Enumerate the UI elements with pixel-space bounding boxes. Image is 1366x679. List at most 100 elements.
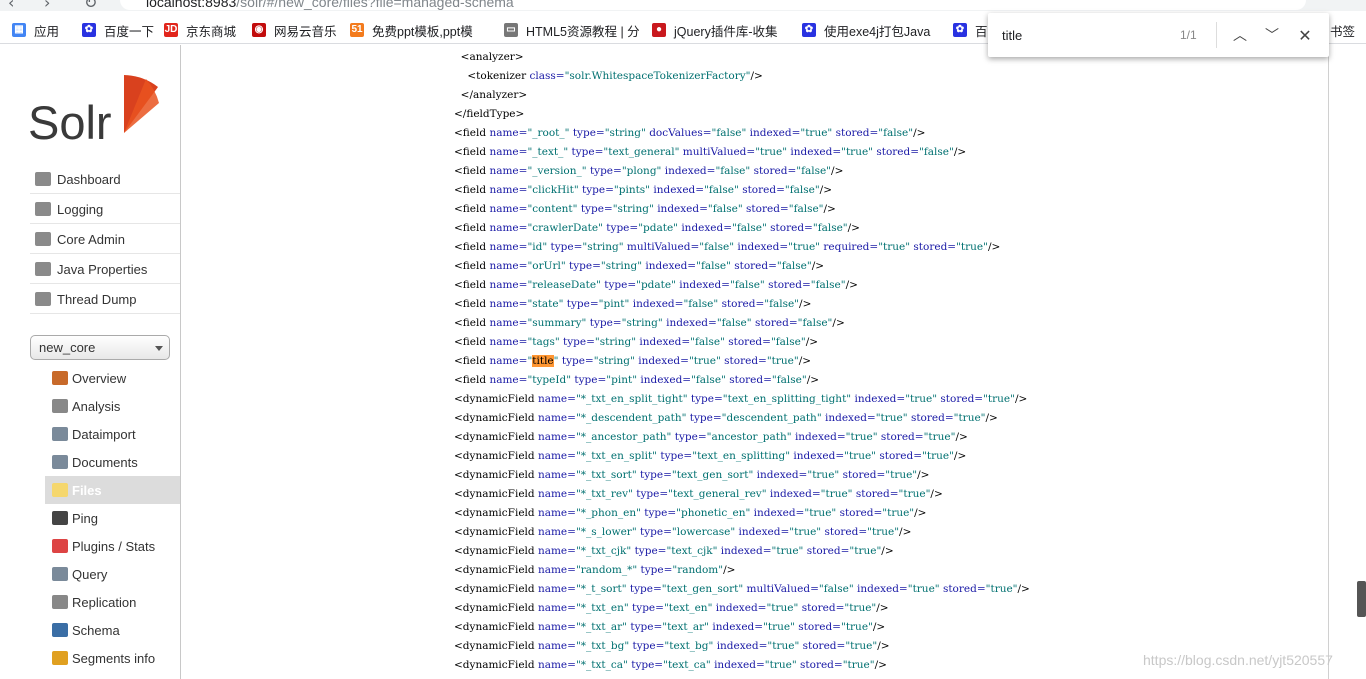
attr-value: "typeId" xyxy=(527,374,572,386)
attr-name: indexed= xyxy=(790,146,842,158)
nav-item-java-properties[interactable]: Java Properties xyxy=(30,255,180,284)
attr-name: name= xyxy=(489,222,528,234)
attr-value: "true" xyxy=(841,146,873,158)
bookmark-item[interactable]: ✿ 使用exe4j打包Java xyxy=(802,22,930,39)
attr-name: type= xyxy=(634,545,667,557)
attr-value: "text_gen_sort" xyxy=(661,583,744,595)
nav-item-thread-dump[interactable]: Thread Dump xyxy=(30,285,180,314)
bookmark-item[interactable]: ● jQuery插件库-收集 xyxy=(652,22,777,39)
code-line: <tokenizer class="solr.WhitespaceTokeniz… xyxy=(454,67,763,86)
plugins-icon xyxy=(52,539,68,553)
attr-value: "*_txt_bg" xyxy=(575,640,630,652)
core-menu-segments-info[interactable]: Segments info xyxy=(45,644,180,672)
nav-item-logging[interactable]: Logging xyxy=(30,195,180,224)
attr-name: name= xyxy=(537,602,576,614)
attr-value: "_version_" xyxy=(527,165,587,177)
bookmark-item[interactable]: JD 京东商城 xyxy=(164,22,236,39)
code-line: <dynamicField name="*_txt_en" type="text… xyxy=(454,599,889,618)
nav-item-core-admin[interactable]: Core Admin xyxy=(30,225,180,254)
core-menu-ping[interactable]: Ping xyxy=(45,504,180,532)
bookmark-favicon-icon: ✿ xyxy=(82,23,96,37)
attr-name: indexed= xyxy=(738,526,790,538)
core-menu-files[interactable]: Files xyxy=(45,476,180,504)
attr-value: "false" xyxy=(732,222,767,234)
attr-name: stored= xyxy=(800,659,843,671)
code-text: <dynamicField xyxy=(454,640,538,652)
find-close-button[interactable]: ✕ xyxy=(1293,23,1317,47)
bookmark-item[interactable]: ▭ HTML5资源教程 | 分 xyxy=(504,22,640,39)
bookmark-item[interactable]: ✿ 百度一下 xyxy=(82,22,154,39)
core-menu-replication[interactable]: Replication xyxy=(45,588,180,616)
attr-value: "*_txt_cjk" xyxy=(575,545,632,557)
bookmark-favicon-icon: ● xyxy=(652,23,666,37)
attr-name: name= xyxy=(489,336,528,348)
attr-value: "pdate" xyxy=(636,279,676,291)
core-menu-overview[interactable]: Overview xyxy=(45,364,180,392)
attr-value: "string" xyxy=(604,127,646,139)
back-icon[interactable]: ‹ xyxy=(8,0,14,11)
attr-value: "_root_" xyxy=(527,127,570,139)
nav-item-dashboard[interactable]: Dashboard xyxy=(30,165,180,194)
core-menu-plugins-stats[interactable]: Plugins / Stats xyxy=(45,532,180,560)
bookmark-item[interactable]: 51 免费ppt模板,ppt模 xyxy=(350,22,473,39)
code-text: /> xyxy=(881,545,894,557)
attr-name: type= xyxy=(582,184,614,196)
bookmark-item[interactable]: 书签 xyxy=(1330,22,1355,39)
attr-name: name= xyxy=(537,488,576,500)
core-menu-analysis[interactable]: Analysis xyxy=(45,392,180,420)
attr-name: stored= xyxy=(729,374,772,386)
chevron-down-icon: ﹀ xyxy=(1265,28,1279,44)
attr-value: "false" xyxy=(788,203,824,215)
attr-name: stored= xyxy=(876,146,920,158)
code-text: /> xyxy=(914,507,927,519)
code-text: /> xyxy=(913,127,926,139)
attr-value: "true" xyxy=(922,450,954,462)
attr-name: name= xyxy=(489,279,528,291)
code-text: <dynamicField xyxy=(454,583,538,595)
code-text: <field xyxy=(454,355,490,367)
find-next-button[interactable]: ﹀ xyxy=(1260,23,1284,47)
code-text: <field xyxy=(454,260,490,272)
logging-icon xyxy=(35,202,51,216)
bookmark-item[interactable]: ✿ 百 xyxy=(953,22,988,39)
find-previous-button[interactable]: ︿ xyxy=(1228,23,1252,47)
code-line: <dynamicField name="random_*" type="rand… xyxy=(454,561,735,580)
code-text: <dynamicField xyxy=(454,564,538,576)
bookmark-item[interactable]: ◉ 网易云音乐 xyxy=(252,22,337,39)
solr-logo[interactable]: Solr xyxy=(28,73,160,143)
attr-name: stored= xyxy=(913,241,957,253)
attr-name: type= xyxy=(690,393,723,405)
find-input[interactable] xyxy=(1002,24,1162,46)
attr-value: "true" xyxy=(771,545,804,557)
forward-icon[interactable]: › xyxy=(44,0,50,11)
solr-logo-text: Solr xyxy=(28,96,112,143)
core-menu-schema[interactable]: Schema xyxy=(45,616,180,644)
attr-name: indexed= xyxy=(640,374,692,386)
dashboard-icon xyxy=(35,172,51,186)
bookmark-item[interactable]: ▦ 应用 xyxy=(12,22,59,39)
attr-value: "true" xyxy=(845,640,878,652)
scrollbar-thumb[interactable] xyxy=(1357,581,1366,617)
attr-value: "true" xyxy=(800,127,833,139)
attr-value: "true" xyxy=(767,640,800,652)
attr-value: "summary" xyxy=(527,317,587,329)
attr-name: indexed= xyxy=(825,412,876,424)
attr-value: "phonetic_en" xyxy=(676,507,751,519)
attr-value: "solr.WhitespaceTokenizerFactory" xyxy=(564,70,751,82)
attr-name: type= xyxy=(660,450,693,462)
attr-value: "false" xyxy=(707,203,743,215)
code-line: <dynamicField name="*_txt_ar" type="text… xyxy=(454,618,885,637)
attr-value: "string" xyxy=(621,317,663,329)
code-line: <field name="typeId" type="pint" indexed… xyxy=(454,371,819,390)
thread-dump-icon xyxy=(35,292,51,306)
core-menu-query[interactable]: Query xyxy=(45,560,180,588)
core-menu-documents[interactable]: Documents xyxy=(45,448,180,476)
code-text: /> xyxy=(877,640,890,652)
attr-name: docValues= xyxy=(649,127,712,139)
ping-icon xyxy=(52,511,68,525)
reload-icon[interactable]: ↻ xyxy=(84,0,97,11)
attr-name: type= xyxy=(644,507,677,519)
attr-value: "true" xyxy=(844,450,876,462)
core-menu-dataimport[interactable]: Dataimport xyxy=(45,420,180,448)
core-selector[interactable]: new_core xyxy=(30,335,170,360)
